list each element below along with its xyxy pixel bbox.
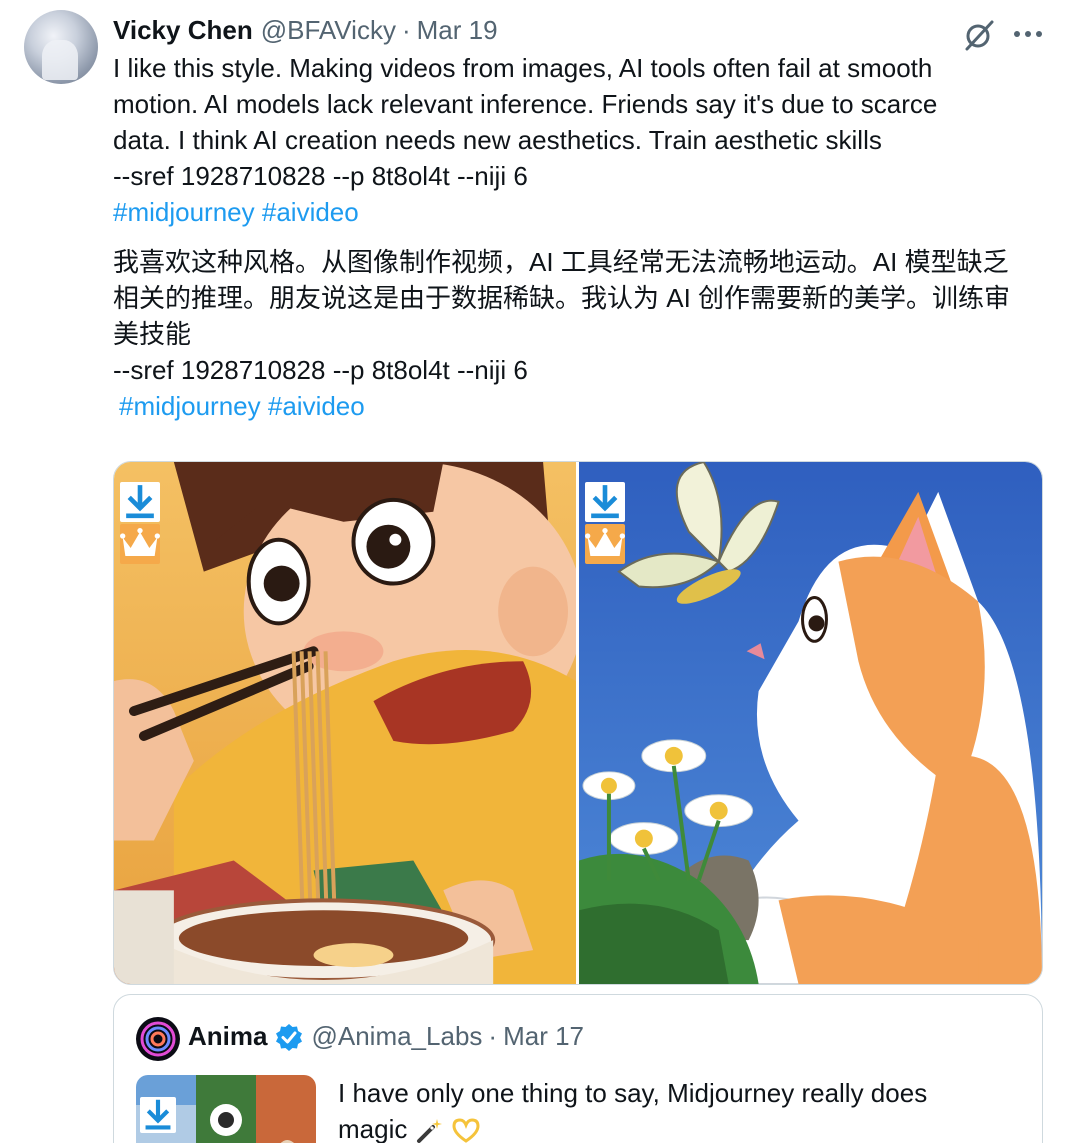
quoted-text-line: I have only one thing to say, Midjourney… (338, 1078, 928, 1108)
tweet-text-zh: 我喜欢这种风格。从图像制作视频，AI 工具经常无法流畅地运动。AI 模型缺乏 相… (113, 244, 1063, 424)
quoted-tweet[interactable]: Anima @Anima_Labs · Mar 17 I have only o… (113, 994, 1043, 1143)
quoted-text-line: magic (338, 1111, 1028, 1143)
download-icon (126, 485, 154, 519)
quoted-tweet-header: Anima @Anima_Labs · Mar 17 (188, 1021, 584, 1052)
crown-button[interactable] (120, 524, 160, 564)
tweet-text-line: 相关的推理。朋友说这是由于数据稀缺。我认为 AI 创作需要新的美学。训练审 (113, 283, 1011, 313)
tweet-text-line: 我喜欢这种风格。从图像制作视频，AI 工具经常无法流畅地运动。AI 模型缺乏 (113, 247, 1009, 277)
quoted-author-handle[interactable]: @Anima_Labs (311, 1021, 482, 1052)
hashtag-midjourney[interactable]: #midjourney (119, 391, 261, 421)
download-icon (591, 485, 619, 519)
crown-icon (585, 528, 625, 556)
quoted-author-avatar[interactable] (136, 1017, 180, 1061)
author-avatar[interactable] (24, 10, 98, 84)
tweet-text-line: --sref 1928710828 --p 8t8ol4t --niji 6 (113, 355, 528, 385)
quoted-author-name[interactable]: Anima (188, 1021, 267, 1052)
tweet-date[interactable]: Mar 19 (417, 15, 498, 46)
hashtag-midjourney[interactable]: #midjourney (113, 197, 255, 227)
download-button[interactable] (585, 482, 625, 522)
download-button[interactable] (120, 482, 160, 522)
quoted-tweet-thumbnail[interactable] (136, 1075, 316, 1143)
media-image-cat-and-butterfly[interactable] (579, 462, 1042, 984)
hashtag-aivideo[interactable]: #aivideo (262, 197, 359, 227)
heart-hands-icon (452, 1118, 480, 1143)
quoted-tweet-date[interactable]: Mar 17 (503, 1021, 584, 1052)
tweet-text-line: I like this style. Making videos from im… (113, 53, 933, 83)
anima-logo-icon (140, 1021, 176, 1057)
tweet-text-line: --sref 1928710828 --p 8t8ol4t --niji 6 (113, 161, 528, 191)
verified-badge-icon (276, 1023, 303, 1051)
download-button[interactable] (140, 1097, 176, 1133)
crown-button[interactable] (585, 524, 625, 564)
crown-icon (120, 528, 160, 556)
hashtags-en: #midjourney #aivideo (113, 194, 1063, 230)
separator-dot: · (488, 1021, 498, 1051)
tweet-text-line: 美技能 (113, 319, 192, 349)
hashtag-aivideo[interactable]: #aivideo (268, 391, 365, 421)
grok-icon[interactable] (962, 18, 996, 52)
separator-dot: · (401, 14, 411, 45)
author-handle[interactable]: @BFAVicky (261, 15, 396, 46)
tweet-text-line: data. I think AI creation needs new aest… (113, 125, 882, 155)
download-icon (145, 1099, 171, 1130)
tweet-text-line: motion. AI models lack relevant inferenc… (113, 89, 938, 119)
quoted-tweet-text: I have only one thing to say, Midjourney… (338, 1075, 1028, 1143)
tweet-text-en: I like this style. Making videos from im… (113, 50, 1063, 230)
author-name[interactable]: Vicky Chen (113, 15, 253, 46)
hashtags-zh: #midjourney #aivideo (113, 388, 1063, 424)
media-image-girl-eating-noodles[interactable] (114, 462, 576, 984)
more-icon[interactable] (1012, 22, 1044, 46)
quoted-text-word: magic (338, 1114, 408, 1143)
tweet-header: Vicky Chen @BFAVicky · Mar 19 (113, 12, 498, 48)
media-grid (113, 461, 1043, 985)
magic-wand-icon (416, 1119, 442, 1143)
